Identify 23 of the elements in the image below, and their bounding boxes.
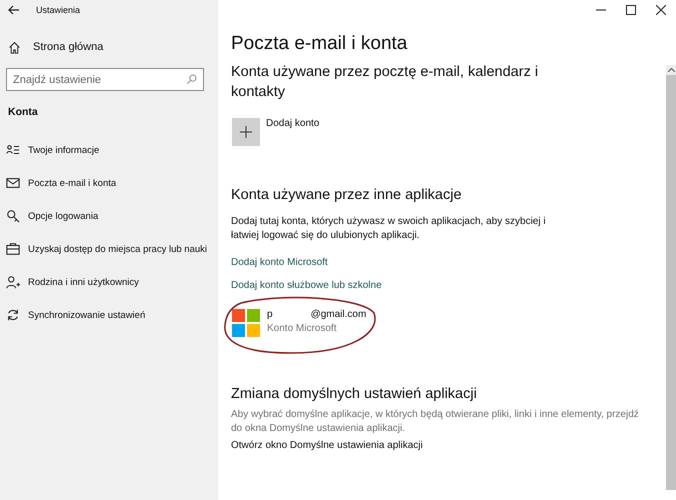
section-heading: Konta <box>8 106 39 118</box>
link[interactable]: Dodaj konto służbowe lub szkolne <box>231 280 382 291</box>
link[interactable]: Otwórz okno Domyślne ustawienia aplikacji <box>231 440 423 452</box>
add-account-button[interactable]: Dodaj konto <box>231 118 646 146</box>
section-description: Aby wybrać domyślne aplikacje, w których będą otwierane pliki, linki i inne elementy, przejdź do okna Domyślne ustawienia aplikacji. <box>231 408 640 436</box>
nav-item[interactable]: Opcje logowania <box>0 206 218 226</box>
nav-item[interactable]: Twoje informacje <box>0 140 218 160</box>
account-name: p <box>267 308 273 320</box>
nav-item[interactable]: Rodzina i inni użytkownicy <box>0 272 218 292</box>
account-email: @gmail.com <box>310 308 366 320</box>
page-title: Poczta e-mail i konta <box>231 33 408 55</box>
nav-item[interactable]: Synchronizowanie ustawień <box>0 305 218 325</box>
section-heading: Konta używane przez inne aplikacje <box>231 186 463 206</box>
search-field[interactable]: Znajdź ustawienie <box>6 68 204 91</box>
account-type: Konto Microsoft <box>267 322 338 334</box>
nav-item[interactable]: Uzyskaj dostęp do miejsca pracy lub nauki <box>0 239 218 259</box>
home-nav-item[interactable]: Strona główna <box>0 36 218 58</box>
window-title: Ustawienia <box>36 4 80 14</box>
section-description: Dodaj tutaj konta, których używasz w swoich aplikacjach, aby szybciej i łatwiej logować się do ulubionych aplikacji. <box>231 214 547 243</box>
section-heading: Zmiana domyślnych ustawień aplikacji <box>231 384 478 404</box>
link[interactable]: Dodaj konto Microsoft <box>231 256 328 268</box>
section-heading: Konta używane przez pocztę e-mail, kalendarz i kontakty <box>231 63 540 102</box>
nav-item[interactable]: Poczta e-mail i konta <box>0 173 218 193</box>
